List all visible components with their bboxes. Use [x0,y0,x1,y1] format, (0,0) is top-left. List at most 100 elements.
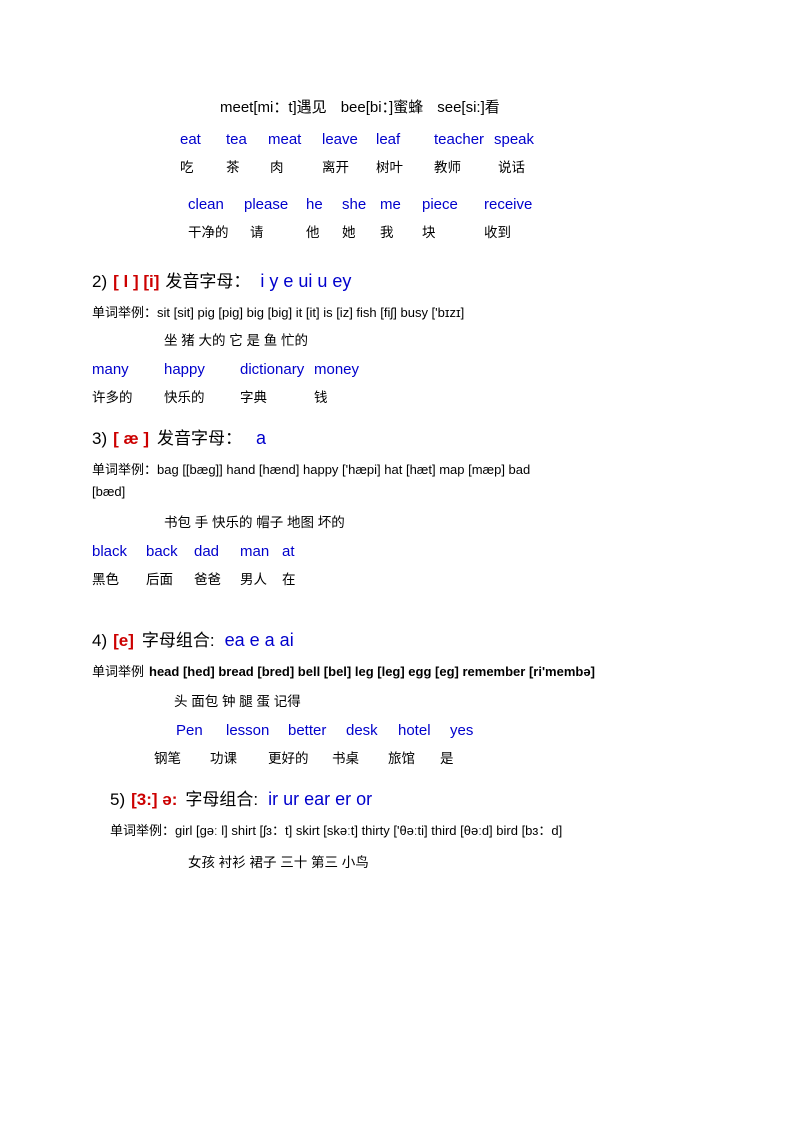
section-2-cn-row: 许多的 快乐的 字典 钱 [92,386,712,406]
top-block: meet[mi：t]遇见 bee[bi：]蜜蜂 see[si:]看 eat te… [92,96,712,241]
cn-leave: 离开 [322,160,349,175]
word-yes: yes [450,722,474,739]
cn-yes: 是 [440,751,454,766]
word-he: he [306,196,323,213]
section-5-heading: 5) [3:] ə: 字母组合: ir ur ear er or [110,785,712,810]
word-dictionary: dictionary [240,361,305,378]
cn-hotel: 旅馆 [388,751,415,766]
section-4-heading: 4) [e] 字母组合: ea e a ai [92,626,712,651]
word-money: money [314,361,360,378]
section-2-examples: 单词举例： sit [sit] pig [piɡ] big [biɡ] it [… [92,302,712,321]
section-2-word-row: many happy dictionary money [92,361,712,378]
cn-dictionary: 字典 [240,390,267,405]
section-5-letters: ir ur ear er or [268,789,373,809]
top-word-meet: meet[mi：t]遇见 [220,99,327,116]
cn-eat: 吃 [180,160,194,175]
cn-leaf: 树叶 [376,160,403,175]
section-3-cn-row: 黑色 后面 爸爸 男人 在 [92,568,712,588]
examples-label: 单词举例： [92,305,158,320]
section-2-ipa: [ l ] [i] [113,272,160,291]
examples-text: sit [sit] pig [piɡ] big [biɡ] it [it] is… [157,305,465,320]
section-5-ipa: [3:] ə: [131,790,178,809]
word-meat: meat [268,131,302,148]
word-piece: piece [422,196,458,213]
section-3-label: 发音字母： [157,429,243,448]
section-3-heading: 3) [ æ ] 发音字母： a [92,424,712,449]
cn-row-2: 干净的 请 他 她 我 块 收到 [188,221,712,241]
section-2-cn-line: 坐 猪 大的 它 是 鱼 忙的 [164,329,712,349]
section-2-letters: i y e ui u ey [260,271,352,291]
cn-row-1: 吃 茶 肉 离开 树叶 教师 说话 [180,156,712,176]
section-4-cn-line: 头 面包 钟 腿 蛋 记得 [174,690,712,710]
section-2-label: 发音字母： [165,272,251,291]
examples-text: head [hed] bread [bred] bell [bel] leg [… [149,664,595,679]
section-5-label: 字母组合: [185,790,259,809]
section-5-number: 5) [110,790,126,809]
word-row-1: eat tea meat leave leaf teacher speak [180,131,712,148]
cn-better: 更好的 [268,751,309,766]
cn-tea: 茶 [226,160,240,175]
section-3-word-row: black back dad man at [92,543,712,560]
section-3-examples: 单词举例： bag [[bæɡ]] hand [hænd] happy ['hæ… [92,459,712,478]
word-better: better [288,722,327,739]
cn-me: 我 [380,225,394,240]
word-teacher: teacher [434,131,485,148]
word-leaf: leaf [376,131,401,148]
section-4-number: 4) [92,631,108,650]
document-content: meet[mi：t]遇见 bee[bi：]蜜蜂 see[si:]看 eat te… [92,96,712,871]
cn-piece: 块 [422,225,436,240]
examples-text: girl [ɡəː l] shirt [ʃɜ：t] skirt [skəːt] … [175,823,563,838]
cn-desk: 书桌 [332,751,359,766]
section-3: 3) [ æ ] 发音字母： a 单词举例： bag [[bæɡ]] hand … [92,424,712,588]
cn-meat: 肉 [270,160,284,175]
word-clean: clean [188,196,224,213]
word-back: back [146,543,178,560]
word-desk: desk [346,722,378,739]
section-4: 4) [e] 字母组合: ea e a ai 单词举例 head [hed] b… [92,626,712,767]
cn-she: 她 [342,225,356,240]
cn-lesson: 功课 [210,751,237,766]
section-2-number: 2) [92,272,108,291]
word-lesson: lesson [226,722,270,739]
section-4-letters: ea e a ai [224,630,294,650]
section-3-ipa: [ æ ] [113,429,150,448]
cn-man: 男人 [240,572,267,587]
section-4-ipa: [e] [113,631,134,650]
word-man: man [240,543,270,560]
word-happy: happy [164,361,205,378]
cn-dad: 爸爸 [194,572,221,587]
cn-speak: 说话 [498,160,525,175]
section-5-cn-line: 女孩 衬衫 裙子 三十 第三 小鸟 [188,851,712,871]
word-eat: eat [180,131,201,148]
section-2-heading: 2) [ l ] [i] 发音字母： i y e ui u ey [92,267,712,292]
word-row-2: clean please he she me piece receive [188,196,712,213]
word-dad: dad [194,543,220,560]
section-3-number: 3) [92,429,108,448]
word-many: many [92,361,129,378]
cn-black: 黑色 [92,572,119,587]
cn-happy: 快乐的 [164,390,205,405]
word-me: me [380,196,401,213]
section-4-word-row: Pen lesson better desk hotel yes [176,722,712,739]
top-line-1: meet[mi：t]遇见 bee[bi：]蜜蜂 see[si:]看 [220,96,712,117]
cn-teacher: 教师 [434,160,461,175]
examples-label: 单词举例 [92,664,145,679]
word-leave: leave [322,131,358,148]
word-black: black [92,543,128,560]
word-pen: Pen [176,722,203,739]
examples-label: 单词举例： [110,823,176,838]
cn-he: 他 [306,225,320,240]
section-3-cn-line: 书包 手 快乐的 帽子 地图 坏的 [164,511,712,531]
document-page: meet[mi：t]遇见 bee[bi：]蜜蜂 see[si:]看 eat te… [0,0,800,1132]
cn-back: 后面 [146,572,173,587]
section-4-examples: 单词举例 head [hed] bread [bred] bell [bel] … [92,661,712,680]
cn-money: 钱 [314,390,328,405]
examples-cont-text: [bæd] [92,484,126,499]
cn-text: 头 面包 钟 腿 蛋 记得 [174,694,301,709]
cn-please: 请 [250,225,264,240]
section-3-letters: a [256,428,267,448]
